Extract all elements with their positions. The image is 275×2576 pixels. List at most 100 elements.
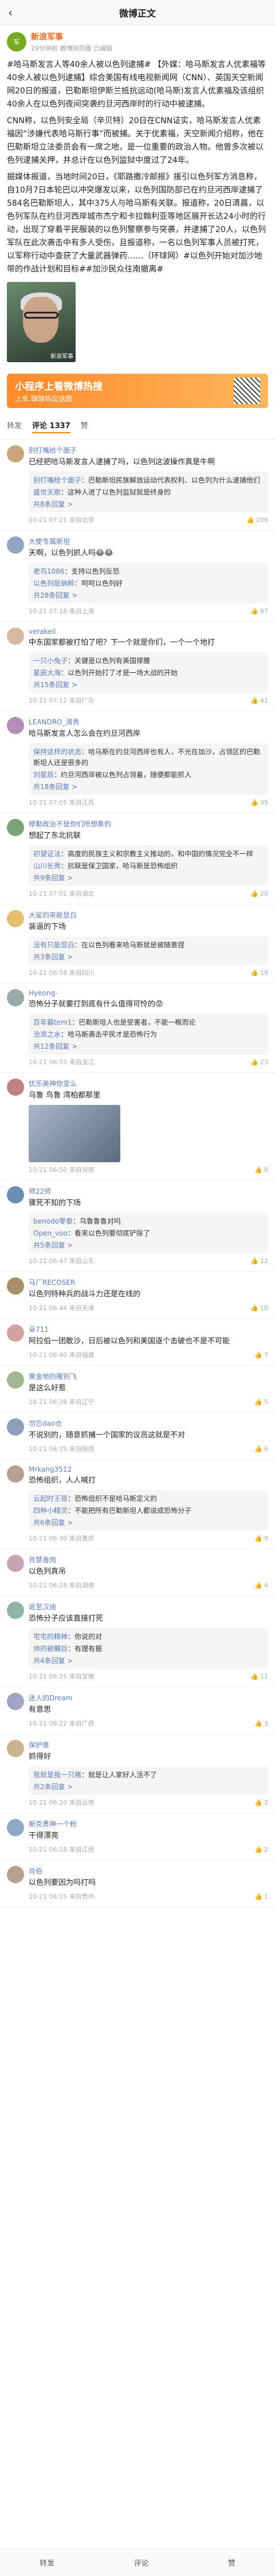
comment-button[interactable]: 评论 (133, 2557, 148, 2568)
comment-like-button[interactable]: 👍 4 (254, 1581, 268, 1590)
avatar[interactable] (7, 1371, 24, 1389)
tab-repost[interactable]: 转发 (7, 419, 22, 433)
reply-author[interactable]: 山川长秀 (33, 862, 61, 870)
comment-author[interactable]: 黄金地的雁别飞 (29, 1371, 268, 1381)
reply-box[interactable]: 我就是我一只猪：就是让人家好人活不了 共2条回复 > (29, 1766, 268, 1795)
comment-author[interactable]: 师22师 (29, 1186, 268, 1196)
repost-button[interactable]: 转发 (40, 2557, 54, 2568)
reply-box[interactable]: 百年霸tem1：巴勒斯坦人也是受害者，不能一概而论 沧浪之水：哈马斯袭击平民才是恐… (29, 1014, 268, 1054)
comment-image[interactable] (29, 1105, 120, 1162)
avatar[interactable] (7, 1602, 24, 1619)
comment-author[interactable]: 肖伯 (29, 1866, 268, 1876)
reply-author[interactable]: 一只小兔子 (33, 657, 68, 665)
reply-author[interactable]: 宅宅的精神 (33, 1633, 68, 1641)
comment-like-button[interactable]: 👍 28 (250, 889, 268, 898)
comment-like-button[interactable]: 👍 9 (254, 1534, 268, 1543)
reply-author[interactable]: 别打嘴给个面子 (33, 476, 81, 484)
comment-like-button[interactable]: 👍 2 (254, 1798, 268, 1807)
comment-like-button[interactable]: 👍 3 (254, 1719, 268, 1728)
reply-author[interactable]: 我就是我一只猪 (33, 1771, 81, 1779)
comment-author[interactable]: 勿忘dao仓 (29, 1418, 268, 1428)
more-replies-link[interactable]: 共4条回复 > (33, 1656, 264, 1665)
comment-like-button[interactable]: 👍 23 (250, 1057, 268, 1067)
avatar[interactable] (7, 910, 24, 927)
avatar[interactable] (7, 1465, 24, 1483)
avatar[interactable] (7, 1819, 24, 1836)
comment-like-button[interactable]: 👍 35 (250, 798, 268, 807)
comment-like-button[interactable]: 👍 11 (250, 1672, 268, 1681)
reply-author[interactable]: 以色列是纳粹 (33, 579, 74, 587)
comment-like-button[interactable]: 👍 8 (254, 1165, 268, 1174)
comment-author[interactable]: 优乐美神你变么 (29, 1079, 268, 1088)
comment-like-button[interactable]: 👍 7 (254, 1350, 268, 1359)
reply-author[interactable]: 老鸟1086 (33, 567, 65, 575)
comment-author[interactable]: 斯克勇神一个粉 (29, 1819, 268, 1829)
comment-author[interactable]: 朵711 (29, 1324, 268, 1334)
more-replies-link[interactable]: 共3条回复 > (33, 952, 264, 962)
comment-author[interactable]: 穆勒政治不是你们所想象的 (29, 819, 268, 829)
like-button[interactable]: 赞 (228, 2557, 235, 2568)
avatar[interactable] (7, 819, 24, 836)
avatar[interactable] (7, 1555, 24, 1572)
author-avatar[interactable]: 军 (7, 32, 26, 52)
more-replies-link[interactable]: 共9条回复 > (33, 873, 264, 883)
avatar[interactable] (7, 1186, 24, 1203)
comment-author[interactable]: 别打嘴给个面子 (29, 445, 268, 455)
comment-author[interactable]: verakeil (29, 628, 268, 636)
more-replies-link[interactable]: 共6条回复 > (33, 1518, 264, 1527)
comment-author[interactable]: 迷人的Dream (29, 1693, 268, 1703)
reply-box[interactable]: benodo零泰：乌鲁鲁鲁对吗 Open_voo：看来以色列要彻底铲除了 共5条回复… (29, 1213, 268, 1253)
comment-like-button[interactable]: 👍 6 (254, 1444, 268, 1453)
back-icon[interactable]: ‹ (8, 6, 13, 19)
reply-box[interactable]: 宅宅的精神：你说的对 帅的被瞩目：有理有据 共4条回复 > (29, 1628, 268, 1669)
reply-box[interactable]: 老鸟1086：支持以色列反恐 以色列是纳粹：呵呵以色列好 共28条回复 > (29, 563, 268, 603)
more-replies-link[interactable]: 共8条回复 > (33, 499, 264, 509)
reply-author[interactable]: 没有只能显白 (33, 941, 74, 949)
reply-author[interactable]: 云起时王哥 (33, 1495, 68, 1503)
post-image[interactable]: 新浪军事 (7, 282, 76, 362)
comment-like-button[interactable]: 👍 12 (250, 1256, 268, 1265)
reply-box[interactable]: 保持这样的状态：哈马斯在约旦河西岸也有人，不光在加沙，占领区的巴勒斯坦人还是很多… (29, 743, 268, 795)
comment-author[interactable]: Hyeong- (29, 989, 268, 997)
reply-author[interactable]: 百年霸tem1 (33, 1018, 72, 1026)
avatar[interactable] (7, 1866, 24, 1883)
avatar[interactable] (7, 989, 24, 1006)
avatar[interactable] (7, 1324, 24, 1342)
comment-author[interactable]: Mrkang3512 (29, 1465, 268, 1473)
reply-author[interactable]: Open_voo (33, 1229, 68, 1237)
avatar[interactable] (7, 1418, 24, 1436)
tab-likes[interactable]: 赞 (81, 419, 88, 433)
comment-like-button[interactable]: 👍 1 (254, 1892, 268, 1901)
comment-author[interactable]: 肖慧香肉 (29, 1555, 268, 1565)
reply-box[interactable]: 初望证法：高度的民族主义和宗教主义推动的，和中国的情况完全不一样 山川长秀：抗联是… (29, 845, 268, 886)
reply-author[interactable]: 刘星辰 (33, 771, 54, 779)
avatar[interactable] (7, 1079, 24, 1096)
more-replies-link[interactable]: 共12条回复 > (33, 1041, 264, 1051)
comment-like-button[interactable]: 👍 19 (250, 968, 268, 977)
comment-author[interactable]: 马厂RECOSER (29, 1277, 268, 1287)
miniprogram-banner[interactable]: 小程序上看微博热搜 上车.聊聊热议话题 (7, 374, 268, 408)
tab-comments[interactable]: 评论 1337 (32, 419, 70, 433)
reply-box[interactable]: 一只小兔子：关键是以色列有美国撑腰 星辰大海：以色列开始打了才是一场大战的开始 共1… (29, 652, 268, 693)
reply-author[interactable]: 帅的被瞩目 (33, 1645, 68, 1653)
reply-box[interactable]: 没有只能显白：在以色列看来哈马斯就是被随意捏 共3条回复 > (29, 936, 268, 965)
comment-like-button[interactable]: 👍 10 (250, 1303, 268, 1312)
reply-box[interactable]: 别打嘴给个面子：巴勒斯坦民族解放运动代表权利、以色列为什么逮捕他们 盛世天歌：这种… (29, 472, 268, 512)
reply-author[interactable]: 保持这样的状态 (33, 748, 81, 756)
avatar[interactable] (7, 1740, 24, 1757)
more-replies-link[interactable]: 共2条回复 > (33, 1782, 264, 1791)
comment-author[interactable]: LEANDRO_清秀 (29, 717, 268, 727)
avatar[interactable] (7, 717, 24, 734)
reply-box[interactable]: 云起时王哥：恐怖组织不是哈马斯定义的 四种小精灵：不能把所有巴勒斯坦人都说成恐怖分… (29, 1490, 268, 1531)
comment-author[interactable]: 保护意 (29, 1740, 268, 1750)
comment-author[interactable]: 返至汉迪 (29, 1602, 268, 1612)
comment-like-button[interactable]: 👍 2 (254, 1845, 268, 1854)
author-name[interactable]: 新浪军事 (31, 31, 112, 42)
comment-like-button[interactable]: 👍 41 (250, 696, 268, 705)
avatar[interactable] (7, 628, 24, 645)
reply-author[interactable]: 沧浪之水 (33, 1030, 61, 1038)
post-author[interactable]: 军 新浪军事 29分钟前 微博网页版 已编辑 (7, 31, 268, 53)
comment-like-button[interactable]: 👍 206 (246, 515, 268, 524)
comment-like-button[interactable]: 👍 67 (250, 606, 268, 615)
comment-like-button[interactable]: 👍 5 (254, 1397, 268, 1406)
